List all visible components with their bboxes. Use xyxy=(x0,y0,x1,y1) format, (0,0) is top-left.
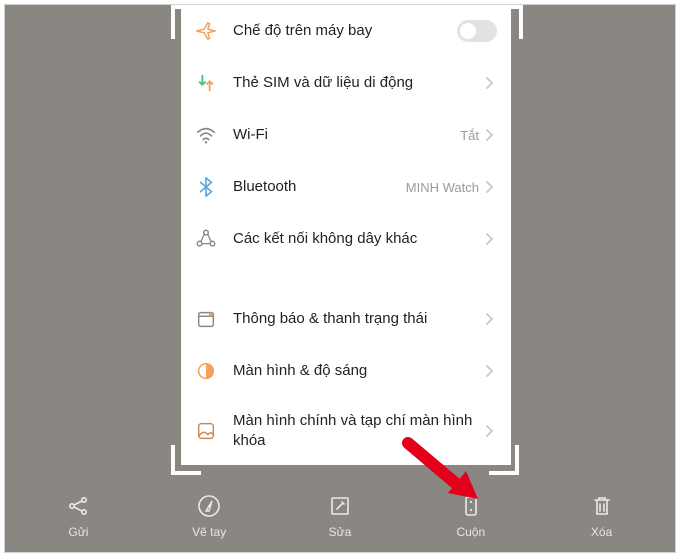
label: Màn hình chính và tạp chí màn hình khóa xyxy=(217,411,485,450)
label: Thông báo & thanh trạng thái xyxy=(217,309,485,329)
toolbar-delete[interactable]: Xóa xyxy=(547,493,657,539)
label: Wi-Fi xyxy=(217,125,460,145)
sim-icon xyxy=(195,72,217,94)
label: Thẻ SIM và dữ liệu di động xyxy=(217,73,485,93)
value: MINH Watch xyxy=(406,180,479,195)
home-lock-icon xyxy=(195,420,217,442)
row-other-wireless[interactable]: Các kết nối không dây khác xyxy=(181,213,511,265)
row-sim-data[interactable]: Thẻ SIM và dữ liệu di động xyxy=(181,57,511,109)
chevron-right-icon xyxy=(485,425,497,437)
row-wifi[interactable]: Wi-Fi Tắt xyxy=(181,109,511,161)
row-notifications[interactable]: Thông báo & thanh trạng thái xyxy=(181,293,511,345)
label: Sửa xyxy=(329,525,352,539)
edit-icon xyxy=(327,493,353,519)
label: Màn hình & độ sáng xyxy=(217,361,485,381)
bluetooth-icon xyxy=(195,176,217,198)
wireless-icon xyxy=(195,228,217,250)
section-gap xyxy=(181,265,511,293)
row-display[interactable]: Màn hình & độ sáng xyxy=(181,345,511,397)
wifi-icon xyxy=(195,124,217,146)
label: Chế độ trên máy bay xyxy=(217,21,457,41)
label: Gửi xyxy=(68,525,88,539)
draw-icon xyxy=(196,493,222,519)
label: Cuộn xyxy=(456,525,485,539)
delete-icon xyxy=(589,493,615,519)
chevron-right-icon xyxy=(485,129,497,141)
value: Tắt xyxy=(460,128,479,143)
chevron-right-icon xyxy=(485,181,497,193)
toolbar-scroll[interactable]: Cuộn xyxy=(416,493,526,539)
row-bluetooth[interactable]: Bluetooth MINH Watch xyxy=(181,161,511,213)
label: Các kết nối không dây khác xyxy=(217,229,485,249)
screenshot-frame: Chế độ trên máy bay Thẻ SIM và dữ liệu d… xyxy=(4,4,676,553)
toolbar-edit[interactable]: Sửa xyxy=(285,493,395,539)
chevron-right-icon xyxy=(485,313,497,325)
chevron-right-icon xyxy=(485,77,497,89)
scroll-icon xyxy=(458,493,484,519)
label: Bluetooth xyxy=(217,177,406,197)
toolbar-draw[interactable]: Vẽ tay xyxy=(154,493,264,539)
chevron-right-icon xyxy=(485,365,497,377)
share-icon xyxy=(65,493,91,519)
screenshot-toolbar: Gửi Vẽ tay Sửa Cuộn Xóa xyxy=(5,482,675,552)
settings-panel: Chế độ trên máy bay Thẻ SIM và dữ liệu d… xyxy=(181,5,511,465)
display-icon xyxy=(195,360,217,382)
notification-icon xyxy=(195,308,217,330)
label: Xóa xyxy=(591,525,612,539)
row-airplane-mode[interactable]: Chế độ trên máy bay xyxy=(181,5,511,57)
settings-list: Chế độ trên máy bay Thẻ SIM và dữ liệu d… xyxy=(181,5,511,464)
chevron-right-icon xyxy=(485,233,497,245)
label: Vẽ tay xyxy=(192,525,226,539)
row-home-lock-screen[interactable]: Màn hình chính và tạp chí màn hình khóa xyxy=(181,397,511,464)
toolbar-share[interactable]: Gửi xyxy=(23,493,133,539)
